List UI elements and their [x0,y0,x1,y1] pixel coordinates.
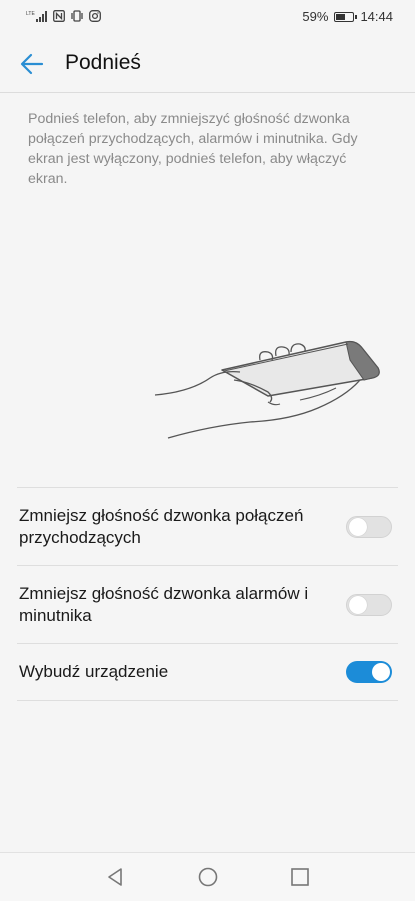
lte-signal-icon: LTE [26,11,47,22]
navigation-bar [0,852,415,901]
settings-list: Zmniejsz głośność dzwonka połączeń przyc… [17,487,398,701]
toggle-knob [372,663,390,681]
setting-label: Zmniejsz głośność dzwonka połączeń przyc… [19,505,304,547]
setting-row-incoming-calls[interactable]: Zmniejsz głośność dzwonka połączeń przyc… [17,487,398,565]
recents-square-icon[interactable] [288,865,312,889]
hand-lifting-phone-illustration [154,340,380,439]
battery-fill [336,13,346,20]
back-arrow-icon[interactable] [16,48,48,80]
nfc-icon [53,10,65,22]
svg-text:LTE: LTE [26,11,35,17]
instagram-icon [89,10,101,22]
status-icons-left: LTE [26,10,101,22]
app-bar: Podnieś [0,34,415,93]
vibrate-icon [71,10,83,22]
status-bar: LTE 59% 14:44 [0,0,415,34]
clock: 14:44 [360,9,393,24]
setting-row-wake-device[interactable]: Wybudź urządzenie [17,643,398,701]
status-icons-right: 59% 14:44 [302,9,393,24]
setting-label: Wybudź urządzenie [19,662,169,681]
battery-icon [334,11,358,22]
setting-label: Zmniejsz głośność dzwonka alarmów i minu… [19,583,309,625]
toggle-knob [349,517,367,536]
feature-description: Podnieś telefon, aby zmniejszyć głośność… [28,111,358,187]
home-circle-icon[interactable] [196,865,220,889]
battery-percent: 59% [302,9,329,24]
back-triangle-icon[interactable] [103,865,127,889]
incoming-calls-toggle[interactable] [346,515,392,538]
alarms-timer-toggle[interactable] [346,593,392,616]
wake-device-toggle[interactable] [346,661,392,683]
toggle-knob [349,595,367,614]
setting-row-alarms-timer[interactable]: Zmniejsz głośność dzwonka alarmów i minu… [17,565,398,643]
page-title: Podnieś [65,51,141,74]
